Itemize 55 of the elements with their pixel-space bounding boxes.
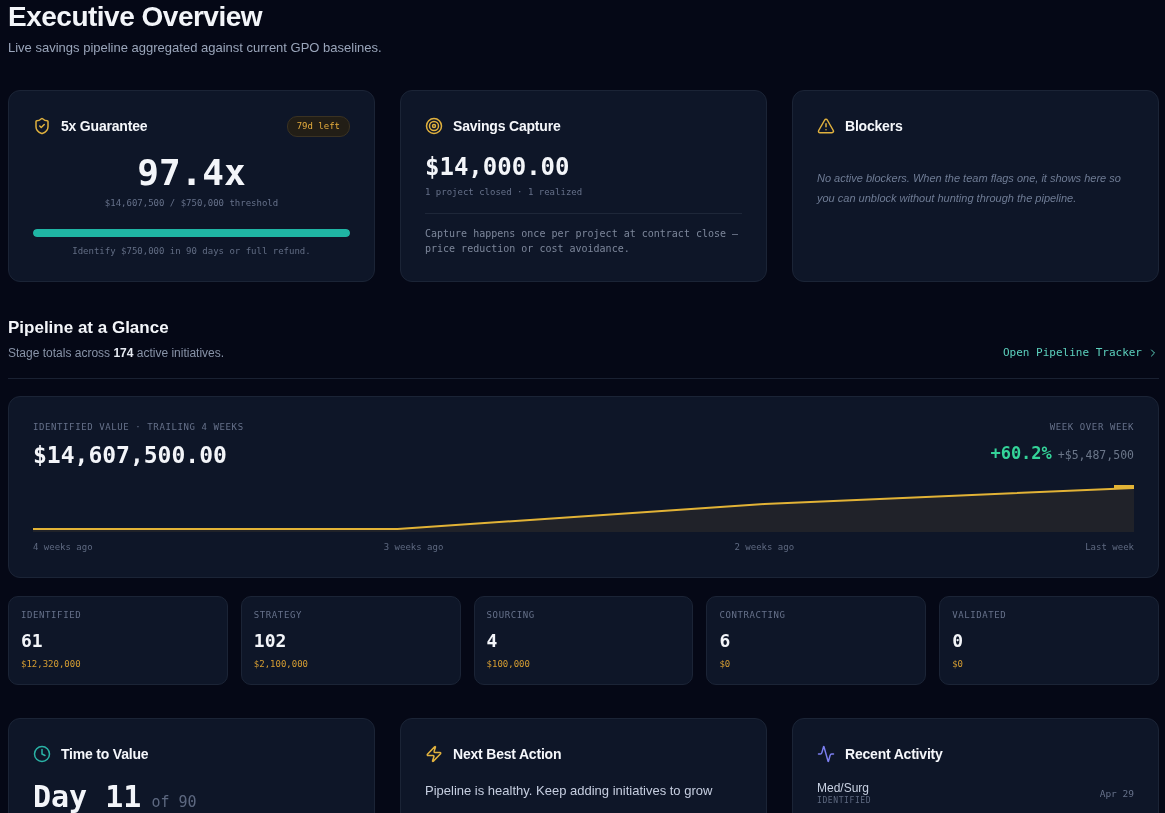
day-total: of 90 — [151, 792, 197, 812]
target-icon — [425, 117, 443, 135]
card-title: Recent Activity — [845, 745, 943, 763]
page-title: Executive Overview — [8, 0, 263, 34]
multiple-value: 97.4x — [137, 153, 246, 193]
stage-name: IDENTIFIED — [21, 609, 82, 621]
trend-label: IDENTIFIED VALUE · TRAILING 4 WEEKS — [33, 421, 244, 433]
section-subtitle: Stage totals across 174 active initiatives. — [8, 345, 225, 361]
stage-value: $2,100,000 — [253, 658, 308, 670]
stage-value: $0 — [719, 658, 731, 670]
stage-count: 4 — [486, 630, 498, 652]
change-label: WEEK OVER WEEK — [1049, 421, 1134, 433]
stage-count: 0 — [952, 630, 964, 652]
change-amount: +$5,487,500 — [1057, 447, 1134, 463]
card-title: Time to Value — [61, 745, 149, 763]
axis-label: Last week — [1085, 541, 1134, 553]
card-title: 5x Guarantee — [61, 117, 148, 135]
capture-caption: 1 project closed · 1 realized — [425, 186, 583, 198]
stage-count: 6 — [719, 630, 731, 652]
card-title: Next Best Action — [453, 745, 562, 763]
trend-value: $14,607,500.00 — [33, 441, 227, 469]
stage-value: $0 — [952, 658, 964, 670]
blockers-message: No active blockers. When the team flags one, it shows here so you can unblock without hunting through the pipeline. — [817, 171, 1122, 206]
stage-name: SOURCING — [486, 609, 535, 621]
guarantee-note: Identify $750,000 in 90 days or full refund. — [72, 245, 311, 257]
stage-count: 102 — [253, 630, 287, 652]
section-title: Pipeline at a Glance — [8, 317, 169, 339]
stage-count: 61 — [21, 630, 43, 652]
page-subtitle: Live savings pipeline aggregated against current GPO baselines. — [8, 39, 382, 57]
change-percent: +60.2% — [990, 442, 1052, 465]
pulse-icon — [817, 745, 835, 763]
card-title: Blockers — [845, 117, 903, 135]
axis-label: 3 weeks ago — [383, 541, 444, 553]
stage-name: CONTRACTING — [719, 609, 786, 621]
activity-date: Apr 29 — [1099, 787, 1134, 800]
days-left-badge: 79d left — [286, 115, 350, 137]
stage-value: $12,320,000 — [21, 658, 81, 670]
stage-value: $100,000 — [486, 658, 530, 670]
capture-value: $14,000.00 — [425, 152, 570, 182]
clock-icon — [33, 745, 51, 763]
action-message: Pipeline is healthy. Keep adding initiatives to grow — [425, 782, 713, 800]
threshold-caption: $14,607,500 / $750,000 threshold — [104, 197, 279, 209]
stage-name: VALIDATED — [952, 609, 1007, 621]
pipeline-tracker-link[interactable]: Open Pipeline Tracker — [1002, 345, 1159, 361]
activity-name: Med/Surg — [817, 781, 870, 796]
lightning-icon — [425, 745, 443, 763]
shield-check-icon — [33, 117, 51, 135]
axis-label: 4 weeks ago — [33, 541, 93, 553]
activity-stage: IDENTIFIED — [817, 796, 872, 806]
stage-name: STRATEGY — [253, 609, 302, 621]
card-title: Savings Capture — [453, 117, 561, 135]
capture-note: Capture happens once per project at contract close — price reduction or cost avoidance. — [425, 227, 740, 256]
axis-label: 2 weeks ago — [734, 541, 795, 553]
warning-icon — [817, 117, 835, 135]
day-value: Day 11 — [33, 779, 142, 813]
